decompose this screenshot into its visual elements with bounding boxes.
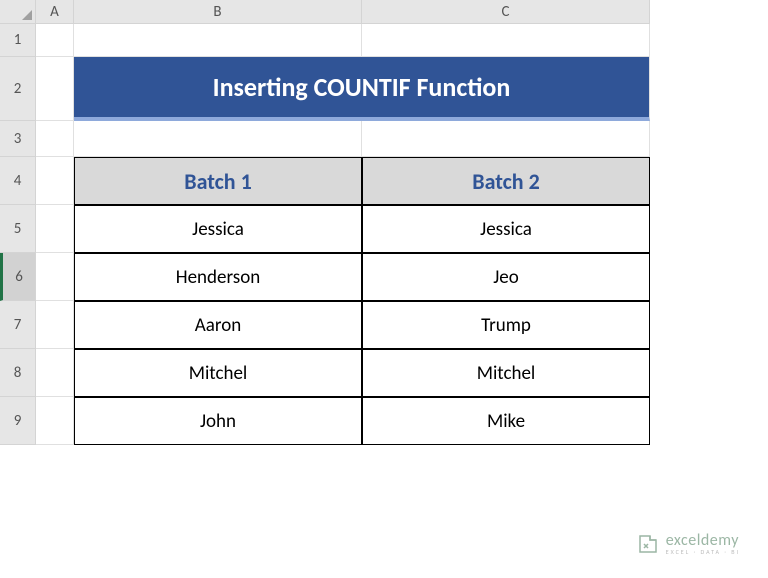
cell-a5[interactable] bbox=[36, 205, 74, 253]
watermark: exceldemy EXCEL · DATA · BI bbox=[636, 532, 740, 556]
table-cell-b6[interactable]: Henderson bbox=[74, 253, 362, 301]
cell-a4[interactable] bbox=[36, 157, 74, 205]
table-header-batch1[interactable]: Batch 1 bbox=[74, 157, 362, 205]
table-cell-b7[interactable]: Aaron bbox=[74, 301, 362, 349]
col-header-a[interactable]: A bbox=[36, 0, 74, 24]
col-header-b[interactable]: B bbox=[74, 0, 362, 24]
row-header-7[interactable]: 7 bbox=[0, 301, 36, 349]
cell-a8[interactable] bbox=[36, 349, 74, 397]
cell-c3[interactable] bbox=[362, 121, 650, 157]
watermark-text: exceldemy EXCEL · DATA · BI bbox=[666, 533, 740, 555]
table-cell-b9[interactable]: John bbox=[74, 397, 362, 445]
cell-b3[interactable] bbox=[74, 121, 362, 157]
exceldemy-logo-icon bbox=[636, 532, 660, 556]
table-cell-c6[interactable]: Jeo bbox=[362, 253, 650, 301]
cell-a6[interactable] bbox=[36, 253, 74, 301]
cell-a1[interactable] bbox=[36, 24, 74, 57]
cell-a3[interactable] bbox=[36, 121, 74, 157]
table-header-batch2[interactable]: Batch 2 bbox=[362, 157, 650, 205]
title-banner[interactable]: Inserting COUNTIF Function bbox=[74, 57, 650, 121]
select-all-corner[interactable] bbox=[0, 0, 36, 24]
cell-c1[interactable] bbox=[362, 24, 650, 57]
row-header-6[interactable]: 6 bbox=[0, 253, 36, 301]
row-header-4[interactable]: 4 bbox=[0, 157, 36, 205]
cell-a7[interactable] bbox=[36, 301, 74, 349]
table-cell-c9[interactable]: Mike bbox=[362, 397, 650, 445]
table-cell-c7[interactable]: Trump bbox=[362, 301, 650, 349]
col-header-c[interactable]: C bbox=[362, 0, 650, 24]
row-header-1[interactable]: 1 bbox=[0, 24, 36, 57]
watermark-sub: EXCEL · DATA · BI bbox=[666, 549, 740, 555]
table-cell-c8[interactable]: Mitchel bbox=[362, 349, 650, 397]
watermark-main: exceldemy bbox=[666, 533, 740, 549]
spreadsheet-grid: A B C 1 2 Inserting COUNTIF Function 3 4… bbox=[0, 0, 768, 445]
table-cell-b8[interactable]: Mitchel bbox=[74, 349, 362, 397]
cell-a2[interactable] bbox=[36, 57, 74, 121]
table-cell-b5[interactable]: Jessica bbox=[74, 205, 362, 253]
row-header-2[interactable]: 2 bbox=[0, 57, 36, 121]
row-header-3[interactable]: 3 bbox=[0, 121, 36, 157]
row-header-9[interactable]: 9 bbox=[0, 397, 36, 445]
row-header-8[interactable]: 8 bbox=[0, 349, 36, 397]
cell-a9[interactable] bbox=[36, 397, 74, 445]
table-cell-c5[interactable]: Jessica bbox=[362, 205, 650, 253]
cell-b1[interactable] bbox=[74, 24, 362, 57]
row-header-5[interactable]: 5 bbox=[0, 205, 36, 253]
